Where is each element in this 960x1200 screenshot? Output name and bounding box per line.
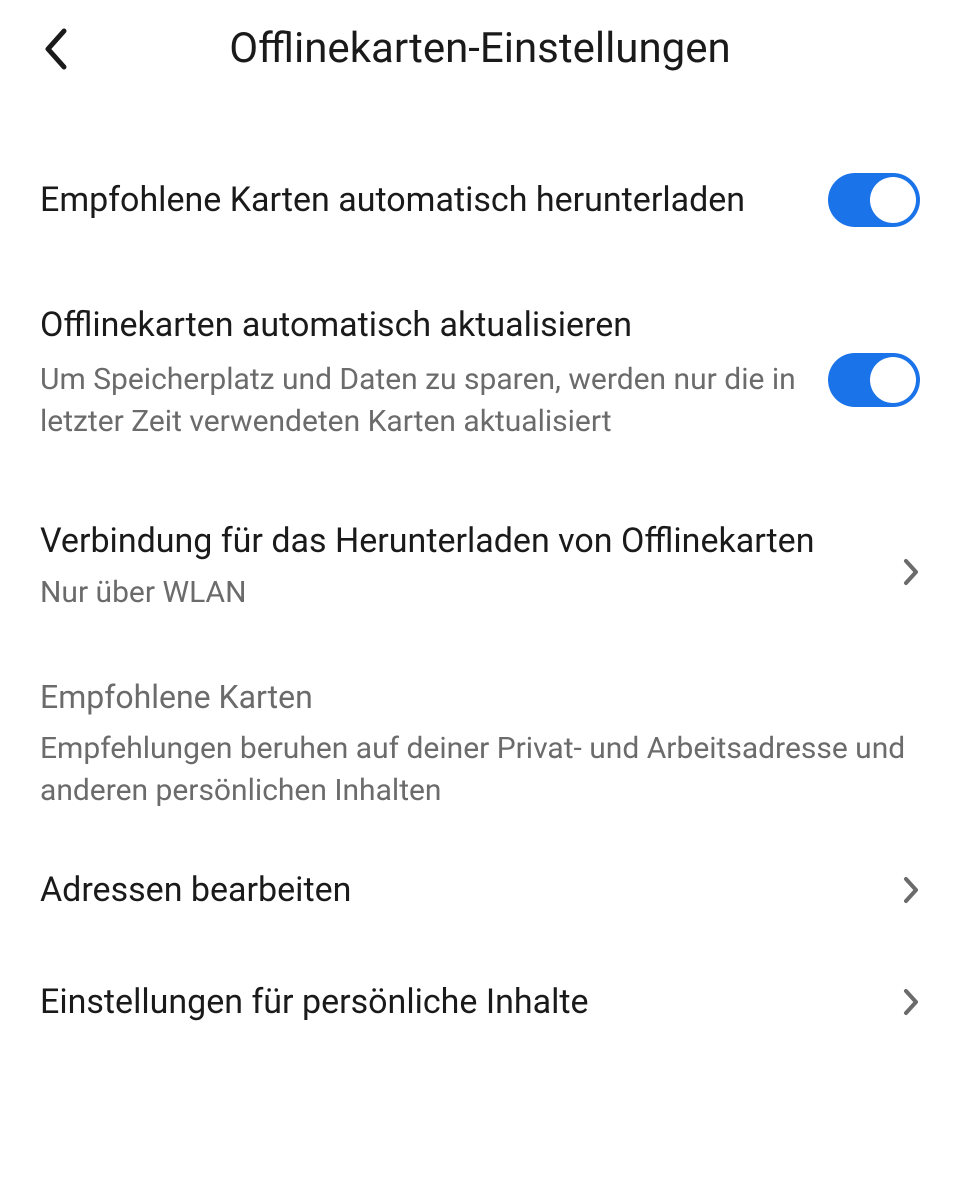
header: Offlinekarten-Einstellungen [0, 0, 960, 105]
nav-label: Einstellungen für persönliche Inhalte [40, 982, 589, 1022]
chevron-left-icon [42, 27, 70, 71]
toggle-knob [870, 177, 916, 223]
setting-label: Empfohlene Karten automatisch herunterla… [40, 178, 796, 222]
page-title: Offlinekarten-Einstellungen [96, 24, 864, 73]
setting-auto-download: Empfohlene Karten automatisch herunterla… [40, 145, 920, 255]
chevron-right-icon [902, 875, 920, 905]
nav-label: Adressen bearbeiten [40, 870, 351, 910]
setting-value: Nur über WLAN [40, 575, 870, 610]
setting-text: Empfohlene Karten automatisch herunterla… [40, 178, 828, 222]
setting-text: Verbindung für das Herunterladen von Off… [40, 519, 902, 610]
setting-label: Verbindung für das Herunterladen von Off… [40, 519, 870, 563]
section-description: Empfehlungen beruhen auf deiner Privat- … [40, 728, 920, 812]
setting-download-connection[interactable]: Verbindung für das Herunterladen von Off… [40, 471, 920, 638]
toggle-auto-download[interactable] [828, 173, 920, 227]
nav-edit-addresses[interactable]: Adressen bearbeiten [40, 820, 920, 946]
section-recommended: Empfohlene Karten Empfehlungen beruhen a… [40, 638, 920, 820]
setting-label: Offlinekarten automatisch aktualisieren [40, 303, 796, 347]
nav-personal-content[interactable]: Einstellungen für persönliche Inhalte [40, 946, 920, 1058]
toggle-auto-update[interactable] [828, 353, 920, 407]
back-button[interactable] [32, 25, 80, 73]
setting-auto-update: Offlinekarten automatisch aktualisieren … [40, 255, 920, 471]
chevron-right-icon [902, 987, 920, 1017]
chevron-right-icon [902, 557, 920, 587]
setting-text: Offlinekarten automatisch aktualisieren … [40, 303, 828, 443]
setting-description: Um Speicherplatz und Daten zu sparen, we… [40, 359, 796, 443]
content: Empfohlene Karten automatisch herunterla… [0, 105, 960, 1058]
section-title: Empfohlene Karten [40, 678, 920, 716]
toggle-knob [870, 357, 916, 403]
